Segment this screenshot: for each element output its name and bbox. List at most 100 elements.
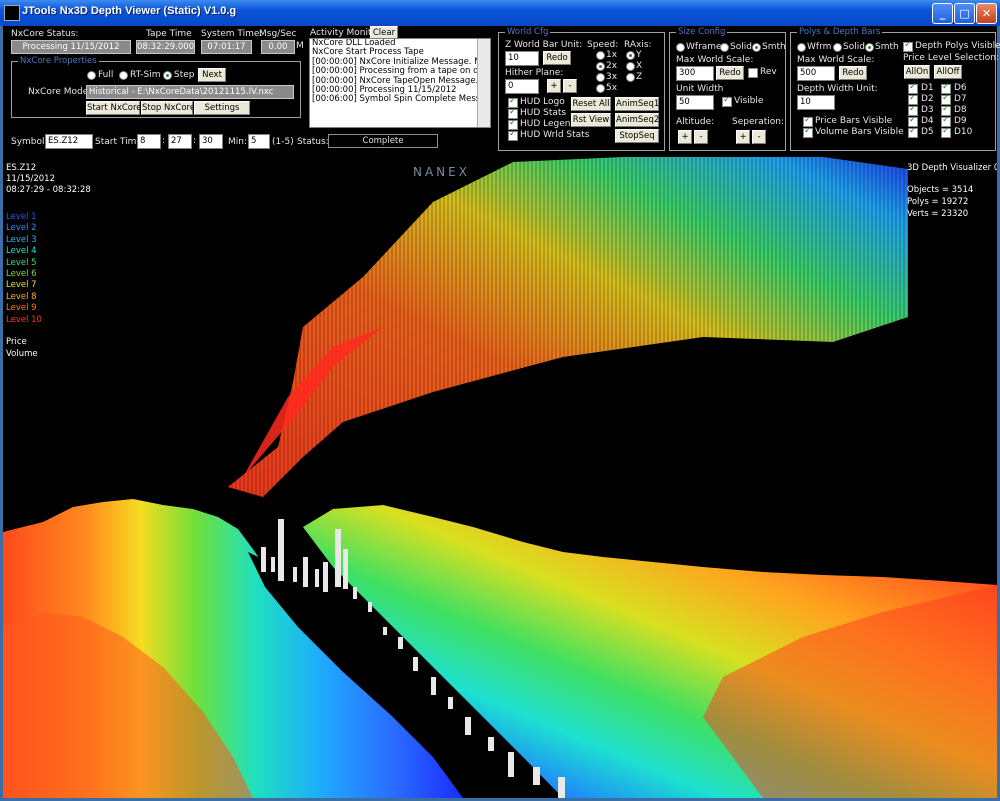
- speed-3x-radio[interactable]: [596, 73, 605, 82]
- depth-width-input[interactable]: 10: [797, 95, 835, 110]
- all-on-button[interactable]: AllOn: [904, 65, 930, 79]
- polys-wfrm-radio[interactable]: [797, 43, 806, 52]
- size-visible-label: Visible: [734, 96, 764, 106]
- min-label: Min:: [228, 137, 248, 147]
- speed-2x-label: 2x: [606, 61, 618, 71]
- size-solid-radio[interactable]: [720, 43, 729, 52]
- next-button[interactable]: Next: [198, 68, 226, 82]
- depth-polys-visible-checkbox[interactable]: [903, 40, 913, 52]
- size-smth-radio[interactable]: [752, 43, 761, 52]
- speed-5x-radio[interactable]: [596, 84, 605, 93]
- unit-width-input[interactable]: 50: [676, 95, 714, 110]
- mode-full-radio[interactable]: [87, 71, 96, 80]
- stopseq-button[interactable]: StopSeq: [615, 129, 659, 143]
- activity-log[interactable]: NxCore DLL Loaded NxCore Start Process T…: [309, 38, 491, 128]
- speed-1x-radio[interactable]: [596, 51, 605, 60]
- hud-symbol: ES.Z12: [6, 163, 37, 173]
- legend-level-5: Level 5: [6, 257, 37, 268]
- raxis-x-radio[interactable]: [626, 62, 635, 71]
- polys-max-world-label: Max World Scale:: [797, 55, 875, 65]
- volume-bars-label: Volume Bars Visible: [815, 127, 904, 137]
- status-label: Status:: [297, 137, 329, 147]
- animseq2-button[interactable]: AnimSeq2: [615, 113, 659, 127]
- hud-date: 11/15/2012: [6, 174, 55, 184]
- raxis-y-label: Y: [636, 50, 642, 60]
- legend-level-4: Level 4: [6, 246, 37, 257]
- bar-unit-input[interactable]: 10: [505, 51, 539, 66]
- legend-level-1: Level 1: [6, 212, 37, 222]
- hud-wrld-stats-label: HUD Wrld Stats: [520, 130, 590, 140]
- legend-level-7: Level 7: [6, 280, 37, 291]
- d10-checkbox[interactable]: [941, 126, 951, 138]
- d6-label: D6: [954, 83, 967, 93]
- activity-scrollbar[interactable]: [477, 39, 490, 127]
- mode-rtsim-label: RT-Sim: [130, 70, 161, 80]
- legend-level-6: Level 6: [6, 269, 37, 279]
- altitude-minus-button[interactable]: -: [694, 130, 708, 144]
- app-window: JTools Nx3D Depth Viewer (Static) V1.0.g…: [0, 0, 1000, 801]
- maximize-button[interactable]: □: [954, 3, 975, 24]
- nxcore-mode-label: NxCore Mode:: [28, 87, 92, 97]
- polys-smth-radio[interactable]: [865, 43, 874, 52]
- mode-rtsim-radio[interactable]: [119, 71, 128, 80]
- size-max-world-input[interactable]: 300: [676, 66, 714, 81]
- minimize-button[interactable]: _: [932, 3, 953, 24]
- size-visible-checkbox[interactable]: [722, 95, 732, 107]
- hither-input[interactable]: 0: [505, 79, 539, 94]
- price-level-label: Price Level Selection:: [903, 53, 999, 63]
- symbol-input[interactable]: ES.Z12: [45, 134, 93, 149]
- start-hour-input[interactable]: 8: [137, 134, 161, 149]
- separation-minus-button[interactable]: -: [752, 130, 766, 144]
- rev-checkbox[interactable]: [748, 68, 758, 78]
- polys-depth-group: Polys & Depth Bars Wfrm Solid Smth Depth…: [790, 27, 1000, 151]
- size-redo-button[interactable]: Redo: [716, 66, 744, 80]
- hither-plus-button[interactable]: +: [547, 79, 561, 93]
- min-input[interactable]: 5: [248, 134, 270, 149]
- separation-plus-button[interactable]: +: [736, 130, 750, 144]
- d5-checkbox[interactable]: [908, 126, 918, 138]
- tape-time-label: Tape Time: [146, 29, 192, 39]
- 3d-viewport[interactable]: NANEX ES.Z12 11/15/2012 08:27:29 - 08:32…: [3, 157, 997, 798]
- separation-label: Seperation:: [732, 117, 784, 127]
- raxis-y-radio[interactable]: [626, 51, 635, 60]
- close-button[interactable]: ✕: [976, 3, 997, 24]
- hither-minus-button[interactable]: -: [563, 79, 577, 93]
- raxis-z-radio[interactable]: [626, 73, 635, 82]
- hud-wrld-stats-checkbox[interactable]: [508, 129, 518, 141]
- world-cfg-title: World Cfg: [505, 27, 551, 37]
- start-nxcore-button[interactable]: Start NxCore: [86, 101, 142, 115]
- legend-level-8: Level 8: [6, 291, 37, 302]
- reset-all-button[interactable]: Reset All: [571, 97, 611, 111]
- nxcore-status-label: NxCore Status:: [11, 29, 79, 39]
- stop-nxcore-button[interactable]: Stop NxCore: [141, 101, 195, 115]
- settings-button[interactable]: Settings: [194, 101, 250, 115]
- d5-label: D5: [921, 127, 934, 137]
- polys-max-world-input[interactable]: 500: [797, 66, 835, 81]
- d4-label: D4: [921, 116, 934, 126]
- nxcore-properties-group: NxCore Properties Full RT-Sim Step Next …: [11, 56, 301, 118]
- volume-bars-checkbox[interactable]: [803, 126, 813, 138]
- hud-verts: Verts = 23320: [907, 209, 969, 219]
- polys-smth-label: Smth: [875, 42, 899, 52]
- speed-5x-label: 5x: [606, 83, 618, 93]
- size-wframe-radio[interactable]: [676, 43, 685, 52]
- animseq1-button[interactable]: AnimSeq1: [615, 97, 659, 111]
- rst-view-button[interactable]: Rst View: [571, 113, 611, 127]
- hud-legend-label: HUD Legend: [520, 119, 577, 129]
- altitude-plus-button[interactable]: +: [678, 130, 692, 144]
- mode-step-radio[interactable]: [163, 71, 172, 80]
- polys-redo-button[interactable]: Redo: [839, 66, 867, 80]
- polys-wfrm-label: Wfrm: [807, 42, 832, 52]
- symbol-label: Symbol:: [11, 137, 48, 147]
- start-minute-input[interactable]: 27: [168, 134, 192, 149]
- legend-level-10: Level 10: [6, 314, 42, 325]
- tape-time-value: 08:32:29.000: [136, 40, 195, 54]
- mode-full-label: Full: [98, 70, 114, 80]
- msgsec-value: 0.00: [261, 40, 295, 54]
- title-bar[interactable]: JTools Nx3D Depth Viewer (Static) V1.0.g…: [0, 0, 1000, 26]
- speed-2x-radio[interactable]: [596, 62, 605, 71]
- polys-solid-radio[interactable]: [833, 43, 842, 52]
- all-off-button[interactable]: AllOff: [934, 65, 962, 79]
- start-second-input[interactable]: 30: [199, 134, 223, 149]
- bar-unit-redo-button[interactable]: Redo: [543, 51, 571, 65]
